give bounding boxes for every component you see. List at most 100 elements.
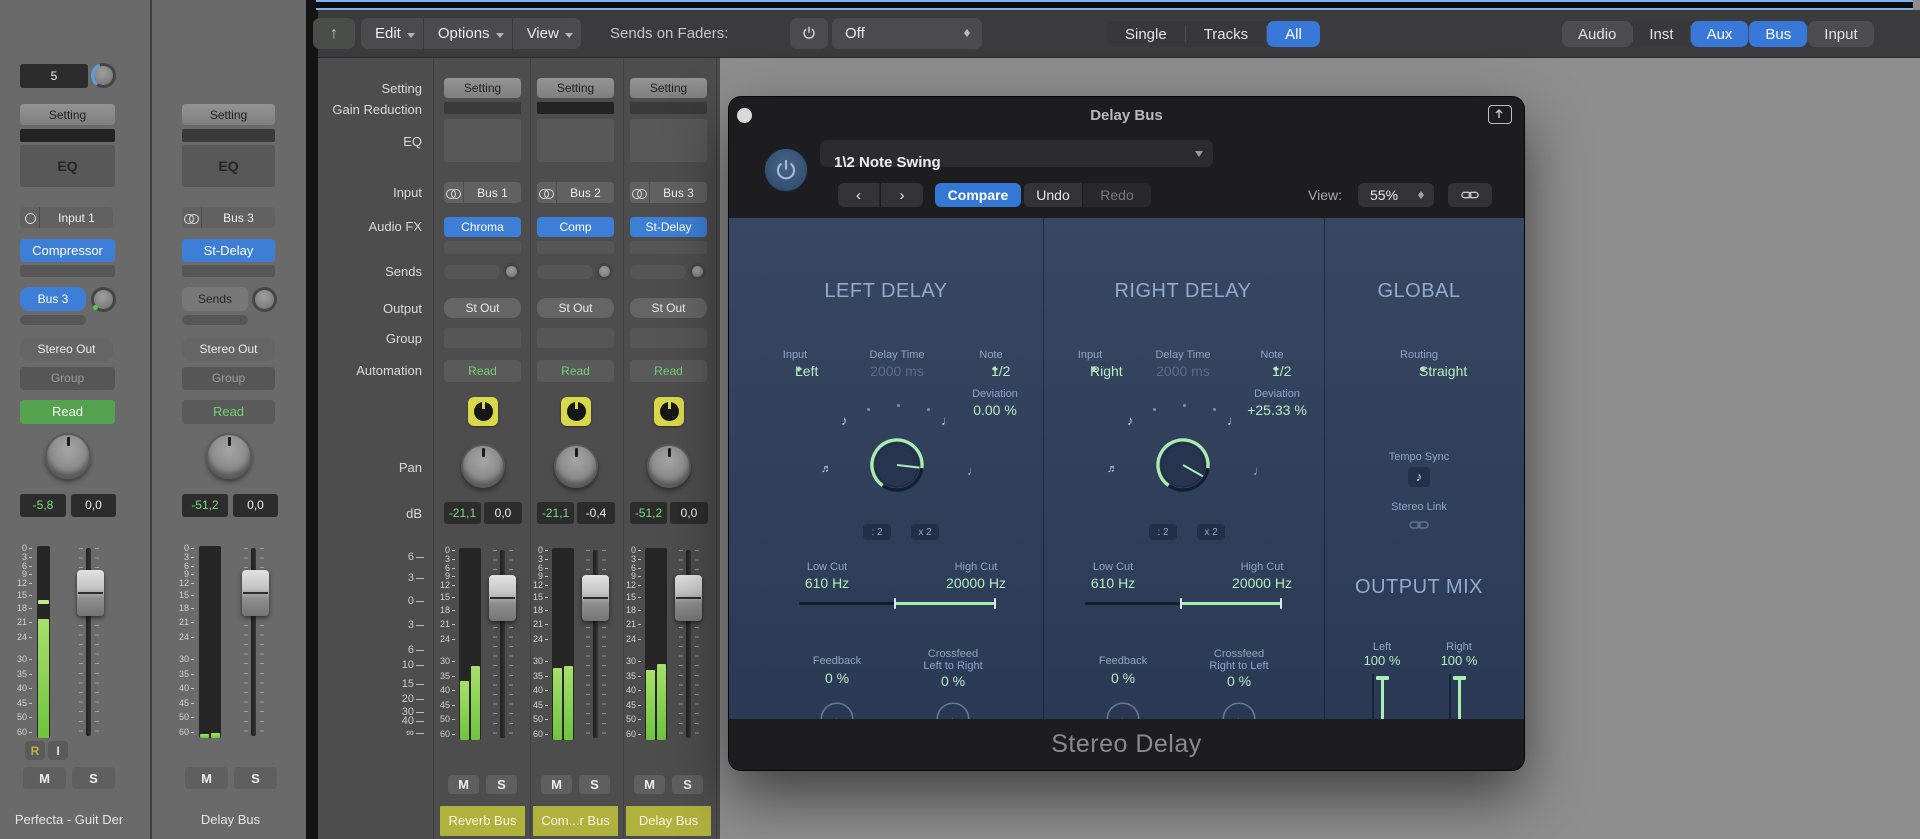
- high-cut-value[interactable]: 20000 Hz: [1232, 575, 1292, 591]
- plugin-bypass-power-button[interactable]: [764, 148, 808, 192]
- mute-button[interactable]: M: [185, 767, 228, 789]
- sends-on-faders-power-button[interactable]: [790, 18, 828, 49]
- sends-on-fader-indicator[interactable]: [654, 397, 684, 426]
- input-slot[interactable]: Bus 2: [537, 182, 614, 203]
- input-slot[interactable]: Bus 3: [630, 182, 707, 203]
- track-name[interactable]: Delay Bus: [172, 812, 289, 827]
- pan-knob[interactable]: [45, 433, 91, 479]
- delay-time-value[interactable]: 2000 ms: [1156, 363, 1210, 379]
- deviation-value[interactable]: 0.00 %: [973, 402, 1017, 418]
- audio-fx-slot[interactable]: Comp: [537, 217, 614, 237]
- double-time-button[interactable]: x 2: [1197, 524, 1225, 540]
- fader-cap[interactable]: [675, 575, 702, 621]
- link-to-channel-icon[interactable]: [1488, 105, 1512, 124]
- solo-button[interactable]: S: [486, 775, 517, 794]
- track-name[interactable]: Reverb Bus: [440, 806, 525, 836]
- output-left-value[interactable]: 100 %: [1364, 653, 1401, 668]
- pan-value[interactable]: -5,8: [20, 494, 66, 517]
- output-slot[interactable]: St Out: [537, 298, 614, 318]
- automation-mode-button[interactable]: Read: [20, 400, 115, 424]
- mute-button[interactable]: M: [541, 775, 572, 794]
- deviation-value[interactable]: +25.33 %: [1247, 402, 1307, 418]
- crossfeed-value[interactable]: 0 %: [941, 673, 965, 689]
- send-level-knob[interactable]: [596, 263, 613, 280]
- pan-knob[interactable]: [554, 444, 598, 488]
- sends-slot[interactable]: Sends: [182, 287, 248, 311]
- menu-edit[interactable]: Edit: [361, 18, 423, 49]
- feedback-value[interactable]: 0 %: [1111, 670, 1135, 686]
- group-slot[interactable]: [630, 328, 707, 348]
- sends-on-faders-mode-select[interactable]: Off: [832, 18, 982, 49]
- output-right-value[interactable]: 100 %: [1441, 653, 1478, 668]
- crossfeed-value[interactable]: 0 %: [1227, 673, 1251, 689]
- setting-button[interactable]: Setting: [537, 78, 614, 98]
- filter-bus[interactable]: Bus: [1749, 21, 1807, 47]
- output-right-slider[interactable]: [1458, 676, 1461, 719]
- pan-value[interactable]: -21,1: [537, 502, 574, 524]
- setting-button[interactable]: Setting: [444, 78, 521, 98]
- cut-range-active[interactable]: [1181, 602, 1281, 605]
- empty-fx-slot[interactable]: [537, 241, 614, 254]
- output-slot[interactable]: St Out: [630, 298, 707, 318]
- low-cut-value[interactable]: 610 Hz: [1091, 575, 1135, 591]
- fader-cap[interactable]: [242, 570, 269, 616]
- eq-display[interactable]: [630, 119, 707, 162]
- high-cut-value[interactable]: 20000 Hz: [946, 575, 1006, 591]
- filter-inst[interactable]: Inst: [1633, 21, 1689, 47]
- fader-cap[interactable]: [582, 575, 609, 621]
- delay-time-value[interactable]: 2000 ms: [870, 363, 924, 379]
- pan-knob[interactable]: [647, 444, 691, 488]
- empty-fx-slot[interactable]: [20, 265, 115, 277]
- eq-display[interactable]: EQ: [20, 145, 115, 187]
- empty-send-slot[interactable]: [20, 315, 86, 325]
- sends-on-fader-indicator[interactable]: [561, 397, 591, 426]
- pan-value[interactable]: -21,1: [444, 502, 481, 524]
- side-chain-link-button[interactable]: [1448, 183, 1492, 207]
- eq-display[interactable]: EQ: [182, 145, 275, 187]
- solo-button[interactable]: S: [72, 767, 115, 789]
- output-slot[interactable]: Stereo Out: [182, 338, 275, 361]
- mute-button[interactable]: M: [448, 775, 479, 794]
- group-slot[interactable]: [444, 328, 521, 348]
- stereo-link-icon[interactable]: [1409, 518, 1429, 532]
- delay-time-knob[interactable]: [1150, 432, 1216, 498]
- cut-range-active[interactable]: [895, 602, 995, 605]
- low-cut-value[interactable]: 610 Hz: [805, 575, 849, 591]
- solo-button[interactable]: S: [234, 767, 277, 789]
- track-name[interactable]: Com...r Bus: [533, 806, 618, 836]
- cut-range-slider[interactable]: [1085, 602, 1281, 605]
- mute-button[interactable]: M: [634, 775, 665, 794]
- empty-send-slot[interactable]: [444, 265, 500, 279]
- output-slot[interactable]: Stereo Out: [20, 338, 113, 361]
- empty-send-slot[interactable]: [537, 265, 593, 279]
- eq-display[interactable]: [537, 119, 614, 162]
- setting-button[interactable]: Setting: [630, 78, 707, 98]
- view-zoom-select[interactable]: 55%: [1358, 183, 1434, 207]
- send-slot[interactable]: Bus 3: [20, 287, 86, 311]
- undo-button[interactable]: Undo: [1024, 183, 1082, 207]
- automation-mode-button[interactable]: Read: [630, 360, 707, 382]
- group-slot[interactable]: [537, 328, 614, 348]
- route-up-button[interactable]: ↑: [313, 18, 355, 49]
- filter-aux[interactable]: Aux: [1691, 21, 1749, 47]
- audio-fx-slot[interactable]: St-Delay: [182, 239, 275, 262]
- volume-value[interactable]: 0,0: [484, 502, 522, 524]
- input-slot[interactable]: Input 1: [20, 207, 113, 228]
- empty-fx-slot[interactable]: [444, 241, 521, 254]
- audio-fx-slot[interactable]: St-Delay: [630, 217, 707, 237]
- audio-fx-slot[interactable]: Chroma: [444, 217, 521, 237]
- double-time-button[interactable]: x 2: [911, 524, 939, 540]
- filter-input[interactable]: Input: [1808, 21, 1873, 47]
- track-name[interactable]: Perfecta - Guit Der: [6, 812, 132, 827]
- input-slot[interactable]: Bus 1: [444, 182, 521, 203]
- setting-button[interactable]: Setting: [182, 104, 275, 125]
- output-left-slider[interactable]: [1381, 676, 1384, 719]
- view-mode-tracks[interactable]: Tracks: [1186, 21, 1266, 47]
- pan-value[interactable]: -51,2: [182, 494, 228, 517]
- volume-value[interactable]: 0,0: [670, 502, 708, 524]
- preset-selector[interactable]: 1\2 Note Swing: [820, 140, 1213, 167]
- empty-fx-slot[interactable]: [182, 265, 275, 277]
- compare-button[interactable]: Compare: [935, 183, 1021, 207]
- solo-button[interactable]: S: [579, 775, 610, 794]
- filter-audio[interactable]: Audio: [1562, 21, 1632, 47]
